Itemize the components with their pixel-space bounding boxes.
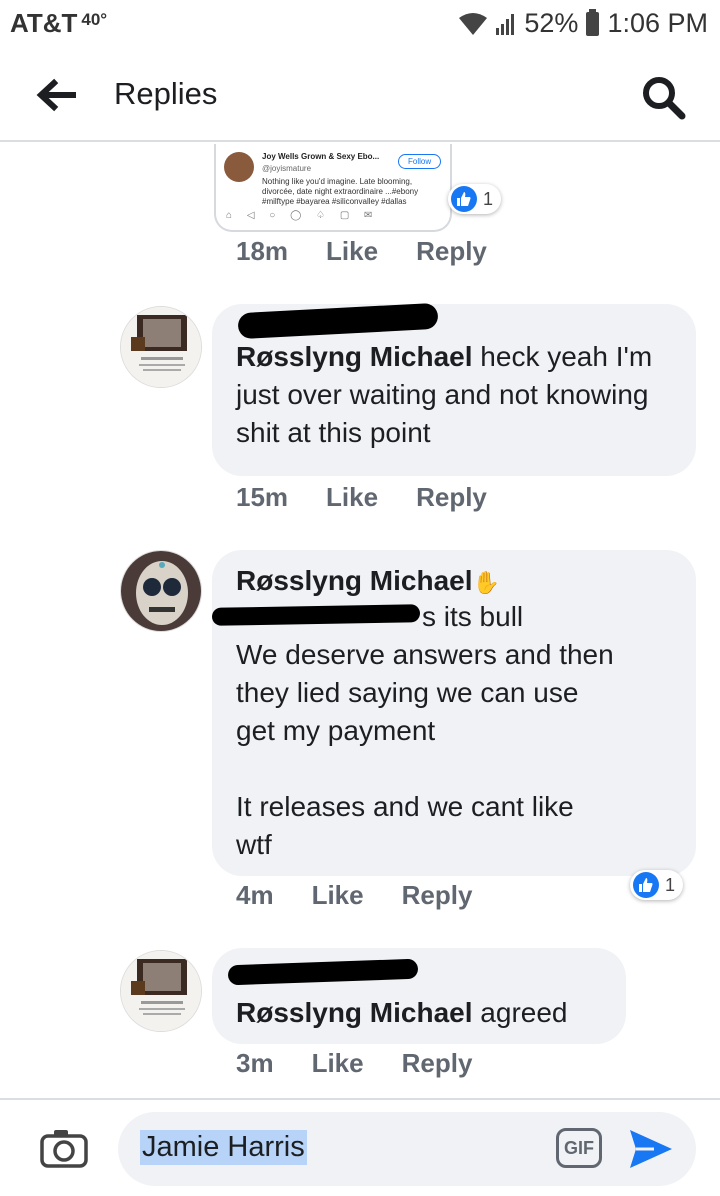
redacted-author-name xyxy=(227,958,419,986)
comment-meta-2: 15m Like Reply xyxy=(236,482,525,513)
comment-line: wtf xyxy=(236,829,272,860)
shared-post-handle: @joyismature xyxy=(262,164,312,173)
temperature-label: 40° xyxy=(81,10,108,29)
carrier-info: AT&T 40° xyxy=(10,8,107,39)
battery-percent: 52% xyxy=(524,8,579,38)
shared-post-follow-button: Follow xyxy=(398,154,442,169)
author-name[interactable]: Røsslyng Michael xyxy=(236,565,473,596)
like-button[interactable]: Like xyxy=(312,1048,364,1078)
comment-meta-1: 18m Like Reply xyxy=(236,236,525,267)
status-icons: 52% 1:06 PM xyxy=(458,8,708,39)
reply-button[interactable]: Reply xyxy=(402,1048,473,1078)
reply-button[interactable]: Reply xyxy=(402,880,473,910)
like-reaction-icon xyxy=(633,872,659,898)
comment-bubble[interactable]: Røsslyng Michael heck yeah I'm just over… xyxy=(212,302,696,476)
signal-icon xyxy=(496,13,515,35)
gif-button[interactable]: GIF xyxy=(556,1128,602,1168)
commenter-avatar[interactable] xyxy=(120,550,202,632)
clock: 1:06 PM xyxy=(607,8,708,38)
memorial-photo-icon xyxy=(121,307,201,387)
reaction-count: 1 xyxy=(483,188,494,209)
comment-line: get my payment xyxy=(236,715,436,746)
comment-body: agreed xyxy=(472,997,568,1028)
comment-author[interactable]: Røsslyng Michael✋ xyxy=(236,562,500,602)
reply-thread[interactable]: Joy Wells Grown & Sexy Ebo... @joyismatu… xyxy=(0,144,720,1096)
like-button[interactable]: Like xyxy=(326,482,378,512)
comment-text: Røsslyng Michael agreed xyxy=(236,994,567,1032)
comment-meta-3: 4m Like Reply xyxy=(236,880,510,911)
redacted-mention xyxy=(211,604,421,626)
reaction-badge[interactable]: 1 xyxy=(630,870,684,900)
comment-bubble[interactable]: Røsslyng Michael✋ s its bull We deserve … xyxy=(211,550,696,876)
reaction-count: 1 xyxy=(665,874,676,895)
mention-link[interactable]: Røsslyng Michael xyxy=(236,997,473,1028)
shared-post-image[interactable]: Joy Wells Grown & Sexy Ebo... @joyismatu… xyxy=(214,144,452,232)
camera-icon[interactable] xyxy=(40,1128,88,1168)
comment-meta-4: 3m Like Reply xyxy=(236,1048,510,1079)
shared-post-avatar xyxy=(224,152,254,182)
redacted-author-name xyxy=(237,302,439,340)
comment-line xyxy=(236,750,686,788)
page-title: Replies xyxy=(114,76,218,111)
back-arrow-icon[interactable] xyxy=(36,78,76,112)
shared-post-nav-icons: ⌂ ◁ ○ ◯ ♤ ▢ ✉ xyxy=(226,210,379,221)
wifi-icon xyxy=(459,12,488,35)
comment-time: 18m xyxy=(236,236,289,266)
wave-icon: ✋ xyxy=(472,570,500,595)
commenter-avatar[interactable] xyxy=(120,306,202,388)
comment-line: We deserve answers and then xyxy=(236,639,614,670)
commenter-avatar[interactable] xyxy=(120,950,202,1032)
memorial-photo-icon xyxy=(121,951,201,1031)
replies-header: Replies xyxy=(0,48,720,142)
status-bar: AT&T 40° 52% 1:06 PM xyxy=(0,0,720,48)
comment-time: 15m xyxy=(236,482,289,512)
sugar-skull-photo-icon xyxy=(121,551,201,631)
carrier-label: AT&T xyxy=(10,8,78,38)
comment-line: they lied saying we can use xyxy=(236,677,579,708)
shared-post-text: Nothing like you'd imagine. Late bloomin… xyxy=(262,177,419,206)
comment-time: 3m xyxy=(236,1048,274,1078)
comment-body: We deserve answers and then they lied sa… xyxy=(236,636,686,864)
reply-button[interactable]: Reply xyxy=(416,482,487,512)
like-button[interactable]: Like xyxy=(312,880,364,910)
comment-line: It releases and we cant like xyxy=(236,791,574,822)
comment-text: Røsslyng Michael heck yeah I'm just over… xyxy=(236,338,666,452)
like-button[interactable]: Like xyxy=(326,236,378,266)
like-reaction-icon xyxy=(451,186,477,212)
reply-button[interactable]: Reply xyxy=(416,236,487,266)
battery-icon xyxy=(586,8,600,36)
comment-bubble[interactable]: Røsslyng Michael agreed xyxy=(212,948,626,1044)
mention-suffix: s its bull xyxy=(422,601,524,632)
comment-time: 4m xyxy=(236,880,274,910)
reply-input-value[interactable]: Jamie Harris xyxy=(140,1130,307,1165)
search-icon[interactable] xyxy=(640,74,686,120)
reaction-badge[interactable]: 1 xyxy=(448,184,502,214)
mention-link[interactable]: Røsslyng Michael xyxy=(236,341,473,372)
send-icon[interactable] xyxy=(628,1128,674,1170)
shared-post-author: Joy Wells Grown & Sexy Ebo... xyxy=(262,152,380,161)
reply-input[interactable]: Jamie Harris GIF xyxy=(118,1112,696,1186)
reply-composer: Jamie Harris GIF xyxy=(0,1098,720,1196)
